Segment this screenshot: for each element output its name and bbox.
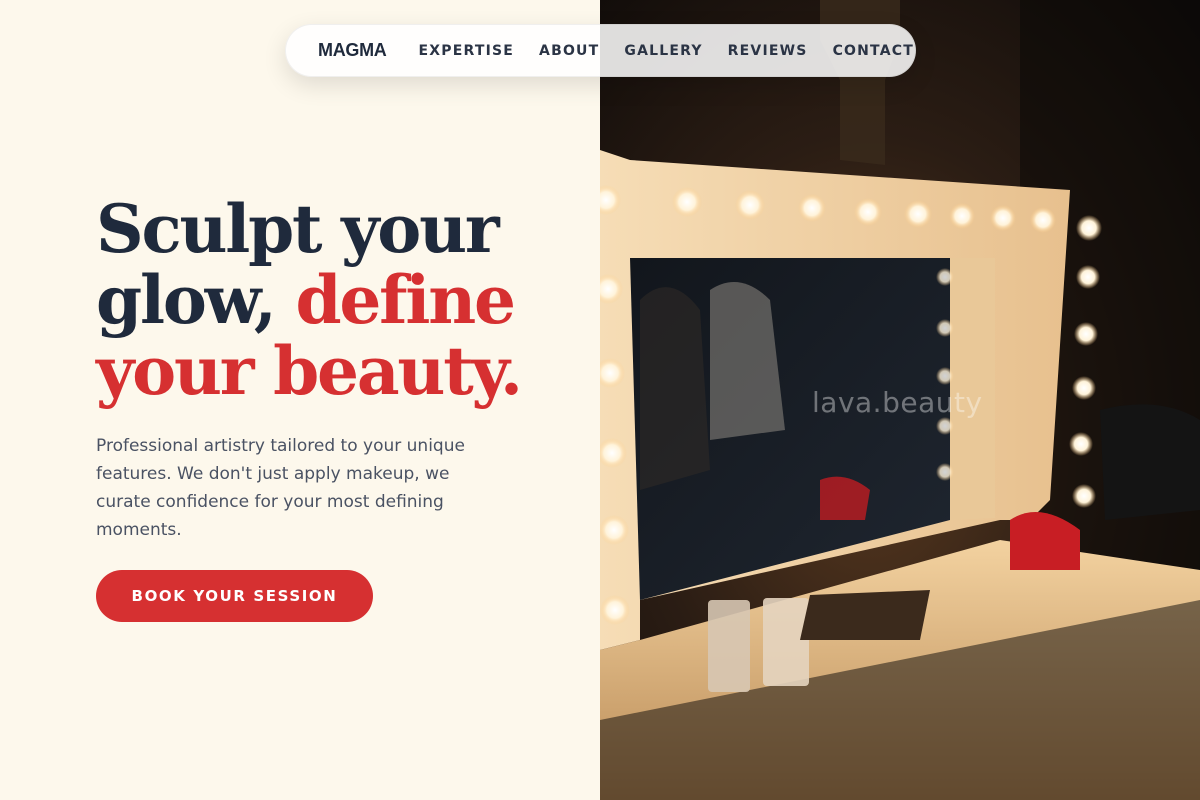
nav-link-gallery[interactable]: GALLERY [624,43,702,59]
book-session-button[interactable]: BOOK YOUR SESSION [96,570,373,622]
image-watermark: lava.beauty [812,386,983,419]
headline-line-3: your beauty. [96,332,523,410]
brand-logo[interactable]: MAGMA [318,40,387,61]
headline-line-1: Sculpt your [96,190,500,268]
hero-headline: Sculpt your glow, define your beauty. [96,194,576,407]
nav-link-about[interactable]: ABOUT [539,43,599,59]
hero-subtitle: Professional artistry tailored to your u… [96,436,465,540]
nav-link-contact[interactable]: CONTACT [833,43,914,59]
hero-text-panel: Sculpt your glow, define your beauty. Pr… [0,0,600,800]
nav-link-expertise[interactable]: EXPERTISE [419,43,515,59]
headline-line-2a: glow, [96,261,296,339]
headline-line-2b: define [295,261,516,339]
top-navigation: MAGMA EXPERTISE ABOUT GALLERY REVIEWS CO… [285,24,916,77]
hero-image: lava.beauty [600,0,1200,800]
nav-link-reviews[interactable]: REVIEWS [728,43,808,59]
